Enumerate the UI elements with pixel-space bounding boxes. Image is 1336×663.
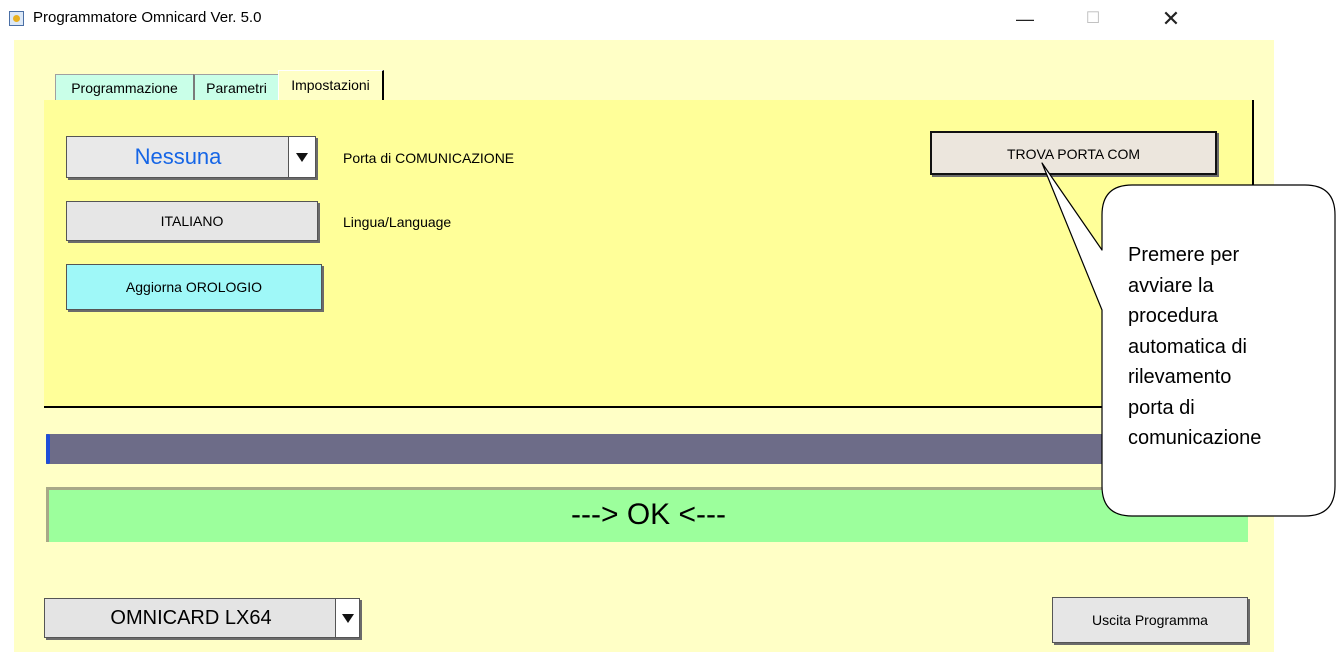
callout-line: comunicazione xyxy=(1128,427,1262,449)
callout-line: avviare la xyxy=(1128,274,1214,297)
callout-line: automatica di xyxy=(1128,335,1247,358)
callout-line: rilevamento xyxy=(1128,366,1232,388)
callout-line: Premere per xyxy=(1128,244,1240,266)
callout-line: procedura xyxy=(1128,305,1219,327)
callout-text: Premere per avviare la procedura automat… xyxy=(1128,240,1328,454)
callout-line: porta di xyxy=(1128,396,1195,419)
